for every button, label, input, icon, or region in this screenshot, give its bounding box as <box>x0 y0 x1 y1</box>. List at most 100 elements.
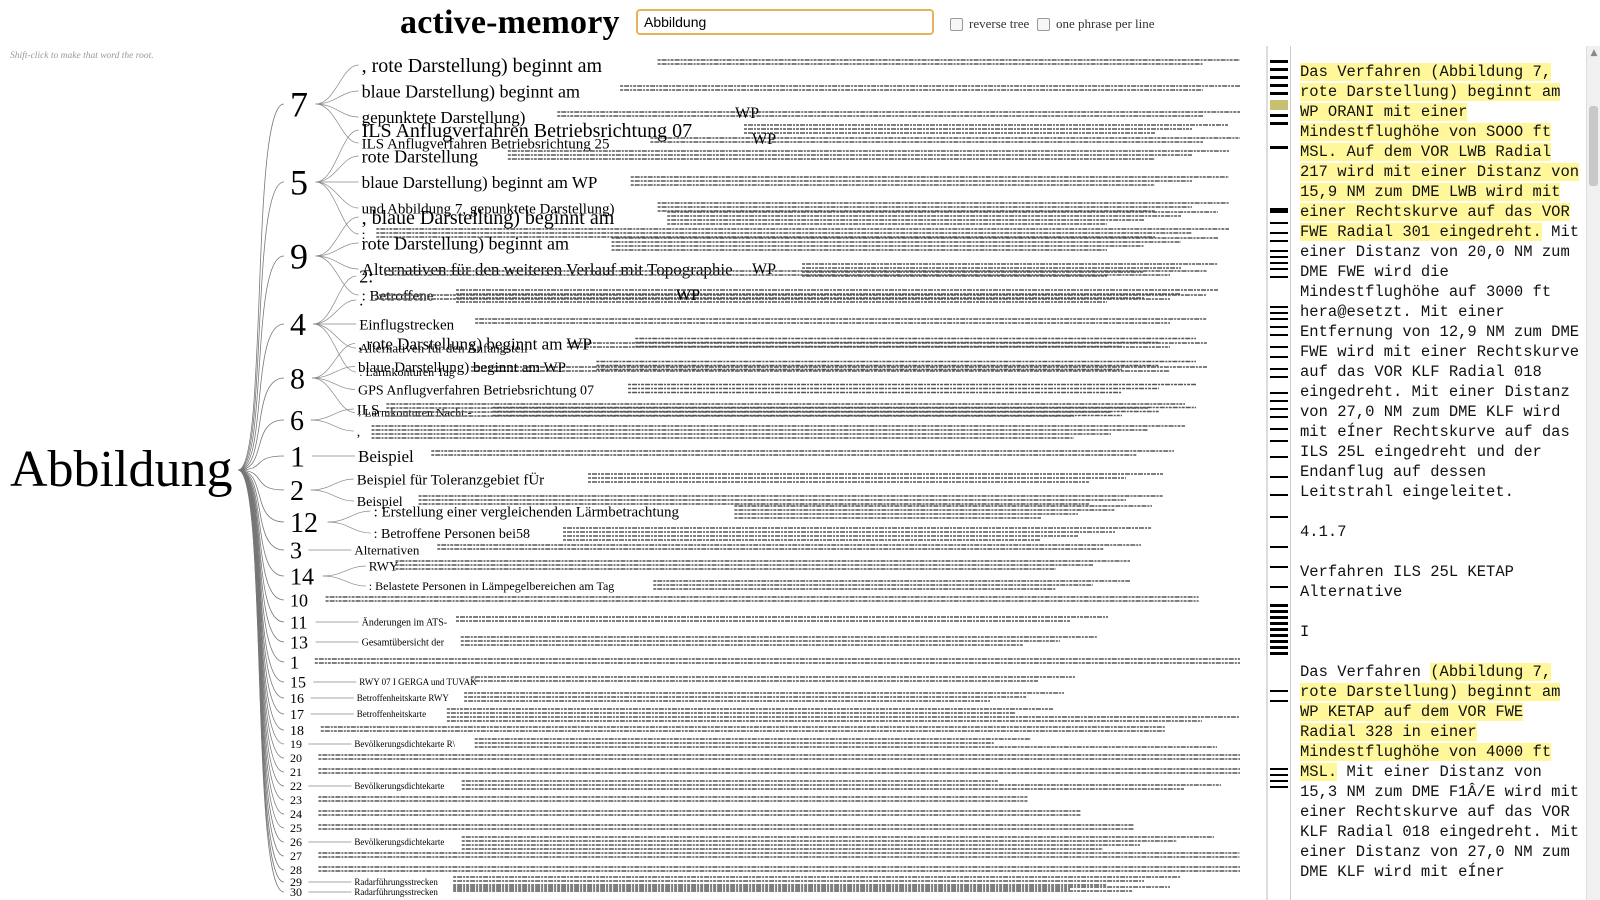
minimap-occurrence[interactable] <box>1270 208 1288 213</box>
minimap-occurrence[interactable] <box>1270 516 1288 518</box>
minimap-occurrence[interactable] <box>1270 256 1288 258</box>
tree-branch-label[interactable]: 15 <box>290 675 306 692</box>
tree-branch-label[interactable]: 10 <box>290 590 308 610</box>
tree-branch-label[interactable]: 24 <box>290 807 302 821</box>
minimap-occurrence[interactable] <box>1270 546 1288 548</box>
tree-branch-label[interactable]: 21 <box>290 765 302 779</box>
minimap-occurrence[interactable] <box>1270 326 1288 328</box>
tree-branch-label[interactable]: 4 <box>290 306 306 342</box>
scroll-thumb[interactable] <box>1589 106 1598 186</box>
tree-phrase[interactable]: Bevölkerungsdichtekarte R\ <box>354 739 455 749</box>
minimap-occurrence[interactable] <box>1270 114 1288 117</box>
one-phrase-option[interactable]: one phrase per line <box>1037 16 1155 32</box>
minimap-occurrence[interactable] <box>1270 400 1288 402</box>
tree-phrase[interactable]: : Belastete Personen in Lämpegelbereiche… <box>369 579 615 593</box>
tree-branch-label[interactable]: 23 <box>290 793 302 807</box>
tree-wp-label[interactable]: WP <box>752 261 776 278</box>
word-tree-canvas[interactable]: Abbildung7, rote Darstellung) beginnt am… <box>0 46 1266 900</box>
minimap-occurrence[interactable] <box>1270 122 1288 125</box>
tree-phrase[interactable]: Einflugstrecken <box>359 317 454 333</box>
vertical-scrollbar[interactable]: ▲ <box>1586 46 1600 900</box>
tree-phrase[interactable]: , rote Darstellung) beginnt am <box>362 55 603 77</box>
tree-branch-label[interactable]: 17 <box>290 708 304 723</box>
minimap-occurrence[interactable] <box>1270 786 1288 788</box>
minimap-occurrence[interactable] <box>1270 368 1288 370</box>
tree-phrase[interactable]: Alternativen <box>354 543 419 558</box>
tree-wp-label[interactable]: WP <box>676 287 700 304</box>
tree-branch-label[interactable]: 1 <box>290 652 299 672</box>
tree-wp-label[interactable]: WP <box>735 105 759 122</box>
minimap-occurrence[interactable] <box>1270 690 1288 692</box>
tree-phrase[interactable]: ILS <box>357 402 380 418</box>
tree-phrase[interactable]: , <box>357 425 361 440</box>
minimap-occurrence[interactable] <box>1270 700 1288 702</box>
tree-branch-label[interactable]: 30 <box>290 885 302 899</box>
minimap-occurrence[interactable] <box>1270 622 1288 625</box>
tree-branch-label[interactable]: 5 <box>290 163 308 203</box>
tree-branch-label[interactable]: 11 <box>290 612 307 632</box>
tree-branch-label[interactable]: 7 <box>290 85 308 125</box>
minimap-occurrence[interactable] <box>1270 68 1288 71</box>
tree-phrase[interactable]: Betroffenheitskarte RWY <box>357 693 450 703</box>
minimap-occurrence[interactable] <box>1270 276 1288 278</box>
minimap-occurrence[interactable] <box>1270 610 1288 613</box>
tree-branch-label[interactable]: 3 <box>290 538 302 564</box>
occurrence-minimap[interactable] <box>1268 56 1290 900</box>
tree-phrase[interactable]: Bevölkerungsdichtekarte <box>354 837 444 847</box>
minimap-occurrence[interactable] <box>1270 60 1288 63</box>
search-input[interactable] <box>636 9 934 35</box>
minimap-occurrence[interactable] <box>1270 604 1288 607</box>
tree-phrase[interactable]: Betroffenheitskarte <box>357 709 426 719</box>
minimap-occurrence[interactable] <box>1270 428 1288 430</box>
minimap-occurrence[interactable] <box>1270 616 1288 619</box>
tree-phrase[interactable]: Radarführungsstrecken <box>354 887 438 897</box>
minimap-occurrence[interactable] <box>1270 586 1288 588</box>
minimap-occurrence[interactable] <box>1270 634 1288 637</box>
minimap-occurrence[interactable] <box>1270 440 1288 442</box>
tree-phrase[interactable]: rote Darstellung) beginnt am <box>362 233 569 254</box>
tree-phrase[interactable]: . <box>359 293 363 310</box>
tree-phrase[interactable]: Beispiel <box>358 447 414 466</box>
tree-phrase[interactable]: Gesamtübersicht der <box>362 638 445 649</box>
tree-phrase[interactable]: rote Darstellung <box>362 146 478 166</box>
minimap-occurrence[interactable] <box>1270 768 1288 770</box>
tree-branch-label[interactable]: 8 <box>290 363 305 396</box>
tree-phrase[interactable]: 2: <box>359 266 373 286</box>
tree-phrase[interactable]: Beispiel für Toleranzgebiet fÜr <box>357 471 544 488</box>
minimap-occurrence[interactable] <box>1270 100 1288 110</box>
tree-branch-label[interactable]: 20 <box>290 751 302 765</box>
tree-branch-label[interactable]: 14 <box>290 564 314 590</box>
minimap-occurrence[interactable] <box>1270 240 1288 242</box>
minimap-occurrence[interactable] <box>1270 408 1288 410</box>
tree-phrase[interactable]: blaue Darstellung) beginnt am <box>362 81 580 102</box>
tree-phrase[interactable]: Alternativen für den weiteren Verlauf mi… <box>362 260 733 279</box>
tree-branch-label[interactable]: 6 <box>290 406 304 437</box>
tree-branch-label[interactable]: 1 <box>290 441 305 474</box>
minimap-occurrence[interactable] <box>1270 262 1288 264</box>
tree-phrase[interactable]: : Betroffene <box>362 288 434 304</box>
minimap-occurrence[interactable] <box>1270 146 1288 149</box>
tree-branch-label[interactable]: 26 <box>290 835 302 849</box>
minimap-occurrence[interactable] <box>1270 306 1288 308</box>
reverse-tree-checkbox[interactable] <box>950 17 963 31</box>
minimap-occurrence[interactable] <box>1270 416 1288 418</box>
tree-branch-label[interactable]: 12 <box>290 508 318 539</box>
minimap-occurrence[interactable] <box>1270 652 1288 655</box>
minimap-occurrence[interactable] <box>1270 312 1288 314</box>
tree-branch-label[interactable]: 25 <box>290 821 302 835</box>
minimap-occurrence[interactable] <box>1270 456 1288 458</box>
minimap-occurrence[interactable] <box>1270 268 1288 270</box>
minimap-occurrence[interactable] <box>1270 346 1288 348</box>
tree-phrase[interactable]: , blaue Darstellung) beginnt am <box>362 207 615 229</box>
tree-phrase[interactable]: Bevölkerungsdichtekarte <box>354 781 444 791</box>
tree-branch-label[interactable]: 16 <box>290 692 304 707</box>
tree-phrase[interactable]: : Betroffene Personen bei58 <box>374 527 530 542</box>
minimap-occurrence[interactable] <box>1270 76 1288 79</box>
tree-branch-label[interactable]: 13 <box>290 632 308 652</box>
minimap-occurrence[interactable] <box>1270 640 1288 643</box>
minimap-occurrence[interactable] <box>1270 222 1288 224</box>
minimap-occurrence[interactable] <box>1270 780 1288 782</box>
tree-phrase[interactable]: RWY <box>369 559 399 574</box>
tree-phrase[interactable]: Radarführungsstrecken <box>354 877 438 887</box>
minimap-occurrence[interactable] <box>1270 318 1288 320</box>
